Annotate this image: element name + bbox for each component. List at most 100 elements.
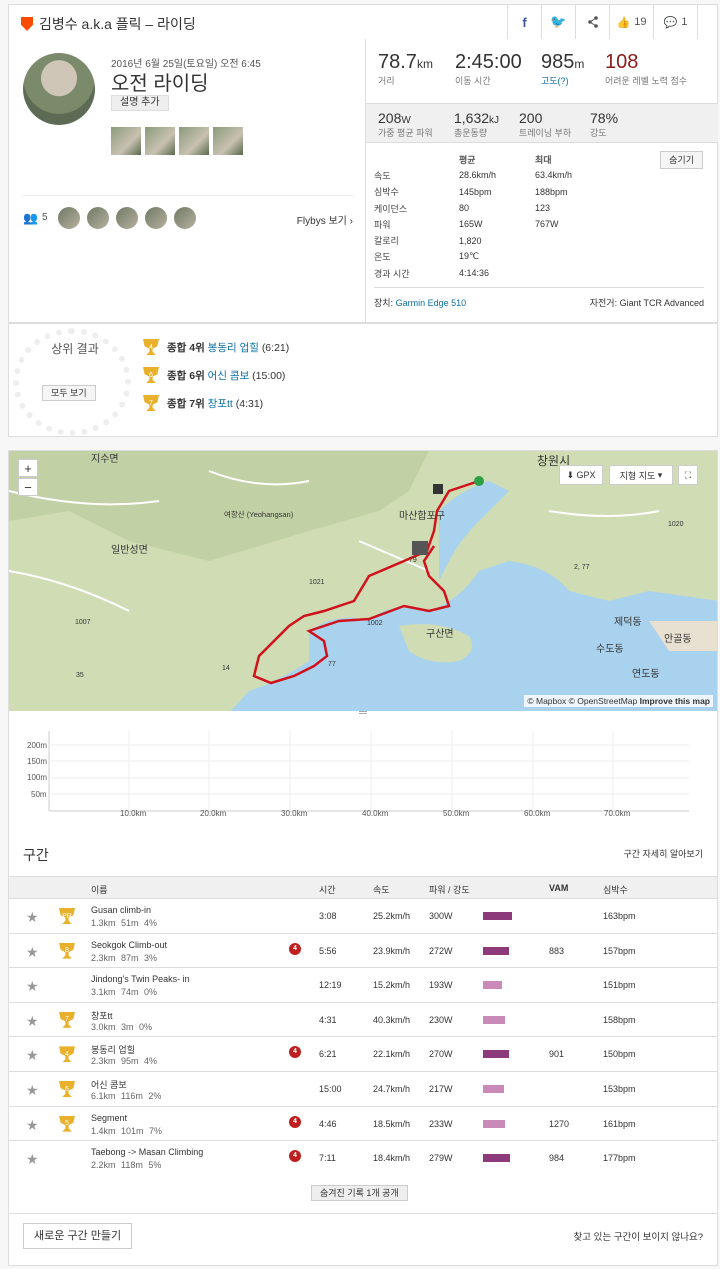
- detail-label: 속도: [374, 170, 391, 181]
- training-load-label: 트레이닝 부하: [519, 128, 572, 138]
- caret-down-icon: ▾: [657, 469, 663, 480]
- segment-meta: 3.0km 3m 0%: [91, 1021, 153, 1032]
- flyby-athlete-avatar[interactable]: [115, 206, 138, 229]
- map-canvas[interactable]: 지수면 창원시 여항산 (Yeohangsan) 일반성면 마산합포구 구산면 …: [9, 451, 718, 712]
- segment-name-link[interactable]: Taebong -> Masan Climbing: [91, 1147, 203, 1157]
- flyby-athlete-avatar[interactable]: [144, 206, 167, 229]
- stats-pane: 78.7km 거리 2:45:00 이동 시간 985m 고도(?) 108 어…: [365, 39, 718, 323]
- detail-max: 767W: [535, 219, 559, 230]
- twitter-share-button[interactable]: 🐦: [541, 5, 575, 39]
- star-icon[interactable]: ★: [26, 1117, 39, 1134]
- athlete-avatar[interactable]: [23, 53, 95, 125]
- detail-label: 온도: [374, 252, 391, 263]
- segment-power: 217W: [429, 1084, 453, 1094]
- activity-title[interactable]: 오전 라이딩: [111, 67, 209, 96]
- comment-button[interactable]: 💬 1: [653, 5, 697, 39]
- segments-table-header: 이름 시간 속도 파워 / 강도 VAM 심박수: [9, 876, 717, 898]
- map-label: 77: [328, 661, 336, 668]
- kom-rank-badge: 4: [289, 1046, 301, 1059]
- intensity-bar: [483, 912, 512, 920]
- weighted-power-unit: W: [401, 115, 411, 126]
- segment-row[interactable]: ★ 8 Seokgok Climb-out 2.3km 87m 3% 4 5:56 23.9…: [9, 932, 717, 968]
- segment-name-link[interactable]: Segment: [91, 1113, 127, 1123]
- resize-handle[interactable]: [359, 711, 367, 714]
- map-label: 1021: [309, 579, 325, 586]
- hide-stats-button[interactable]: 숨기기: [660, 151, 703, 169]
- segment-name-link[interactable]: Jindong's Twin Peaks- in: [91, 974, 190, 984]
- segment-row[interactable]: ★ 5 Segment 1.4km 101m 7% 4 4:46 18.5km/h 233W 1…: [9, 1105, 717, 1141]
- star-icon[interactable]: ★: [26, 1151, 39, 1168]
- zoom-out-button[interactable]: −: [18, 478, 38, 496]
- star-icon[interactable]: ★: [26, 1047, 39, 1064]
- detail-avg: 4:14:36: [459, 268, 490, 279]
- distance-unit: km: [416, 57, 433, 71]
- segment-row[interactable]: ★ Jindong's Twin Peaks- in 3.1km 74m 0% 12:…: [9, 967, 717, 1002]
- flyby-athlete-avatar[interactable]: [57, 206, 80, 229]
- segment-meta: 1.3km 51m 4%: [91, 918, 158, 928]
- star-icon[interactable]: ★: [26, 1013, 39, 1030]
- show-hidden-efforts-button[interactable]: 숨겨진 기록 1개 공개: [311, 1185, 408, 1201]
- segment-name-link[interactable]: Seokgok Climb-out: [91, 940, 167, 950]
- total-work-label: 총운동량: [454, 128, 488, 138]
- segment-name-link[interactable]: Gusan climb-in: [91, 905, 151, 915]
- segment-name-link[interactable]: 창포tt: [91, 1009, 113, 1022]
- zoom-in-button[interactable]: +: [18, 459, 38, 477]
- photo-thumbnail[interactable]: [111, 127, 141, 155]
- flybys-link[interactable]: Flybys 보기 ›: [297, 212, 353, 227]
- segment-name-link[interactable]: 어신 콤보: [91, 1078, 127, 1091]
- photo-thumbnail[interactable]: [145, 127, 175, 155]
- star-icon[interactable]: ★: [26, 1082, 39, 1099]
- facebook-share-button[interactable]: f: [507, 5, 541, 39]
- segments-help-link[interactable]: 구간 자세히 알아보기: [623, 847, 703, 860]
- device-info: 장치: Garmin Edge 510 자전거: Giant TCR Advan…: [374, 287, 704, 309]
- achievement-segment-link[interactable]: 어신 콤보: [208, 370, 250, 382]
- fullscreen-button[interactable]: ⛶: [678, 465, 698, 485]
- segment-row[interactable]: ★ 6 어신 콤보 6.1km 116m 2% 15:00 24.7km/h 217W 153…: [9, 1071, 717, 1106]
- map-label: 35: [76, 672, 84, 679]
- top-results-label: 상위 결과: [51, 342, 99, 356]
- add-description-button[interactable]: 설명 추가: [111, 95, 169, 111]
- detail-avg: 1,820: [459, 235, 482, 246]
- elevation-chart[interactable]: [9, 725, 717, 835]
- intensity-bar: [483, 946, 509, 955]
- star-icon[interactable]: ★: [26, 944, 39, 961]
- missing-segment-link[interactable]: 찾고 있는 구간이 보이지 않나요?: [574, 1229, 703, 1243]
- achievement-segment-link[interactable]: 창포tt: [208, 398, 233, 410]
- segment-row[interactable]: ★ 7 창포tt 3.0km 3m 0% 4:31 40.3km/h 230W 158bpm: [9, 1001, 717, 1037]
- flyby-athlete-avatar[interactable]: [86, 206, 109, 229]
- improve-map-link[interactable]: Improve this map: [640, 696, 710, 706]
- attribution-text[interactable]: © Mapbox © OpenStreetMap: [527, 696, 637, 706]
- segment-meta: 2.2km 118m 5%: [91, 1160, 162, 1171]
- see-all-button[interactable]: 모두 보기: [42, 385, 96, 401]
- expand-icon: ⛶: [684, 469, 692, 480]
- device-link[interactable]: Garmin Edge 510: [396, 298, 467, 308]
- segment-meta: 1.4km 101m 7%: [91, 1125, 163, 1136]
- route-map[interactable]: 지수면 창원시 여항산 (Yeohangsan) 일반성면 마산합포구 구산면 …: [8, 450, 718, 712]
- gpx-button[interactable]: ⬇ GPX: [559, 465, 603, 485]
- flyby-athlete-avatar[interactable]: [173, 206, 196, 229]
- photo-thumbnail[interactable]: [179, 127, 209, 155]
- photo-marker[interactable]: [412, 541, 428, 555]
- stat-training-load: 200 트레이닝 부하: [519, 110, 571, 139]
- trophy-icon: 7: [59, 1011, 75, 1028]
- star-icon[interactable]: ★: [26, 909, 39, 926]
- segment-name-link[interactable]: 봉동리 업힐: [91, 1043, 135, 1056]
- more-button[interactable]: [697, 5, 717, 39]
- achievement-segment-link[interactable]: 봉동리 업힐: [208, 342, 259, 354]
- avg-column-header: 평균: [459, 154, 476, 165]
- map-label: 일반성면: [111, 544, 148, 556]
- create-segment-button[interactable]: 새로운 구간 만들기: [23, 1223, 133, 1249]
- segment-row[interactable]: ★ 4 봉동리 업힐 2.3km 95m 4% 4 6:21 22.1km/h 270W 901…: [9, 1036, 717, 1071]
- share-button[interactable]: [575, 5, 609, 39]
- photo-thumbnail[interactable]: [213, 127, 243, 155]
- segment-row[interactable]: ★ Taebong -> Masan Climbing 2.2km 118m 5% 4…: [9, 1140, 717, 1175]
- activity-summary: 2016년 6월 25일(토요일) 오전 6:45 오전 라이딩 설명 추가 👥…: [8, 39, 718, 323]
- elevation-label[interactable]: 고도(?): [541, 76, 584, 86]
- bike-label: 자전거:: [589, 298, 618, 308]
- map-type-select[interactable]: 지형 지도 ▾: [609, 465, 673, 485]
- map-label: 안골동: [664, 633, 692, 645]
- segment-row[interactable]: ★ PR Gusan climb-in 1.3km 51m 4% 3:08 25.2km/…: [9, 898, 717, 933]
- segment-speed: 15.2km/h: [373, 980, 411, 991]
- kudos-button[interactable]: 👍 19: [609, 5, 653, 39]
- star-icon[interactable]: ★: [26, 978, 39, 995]
